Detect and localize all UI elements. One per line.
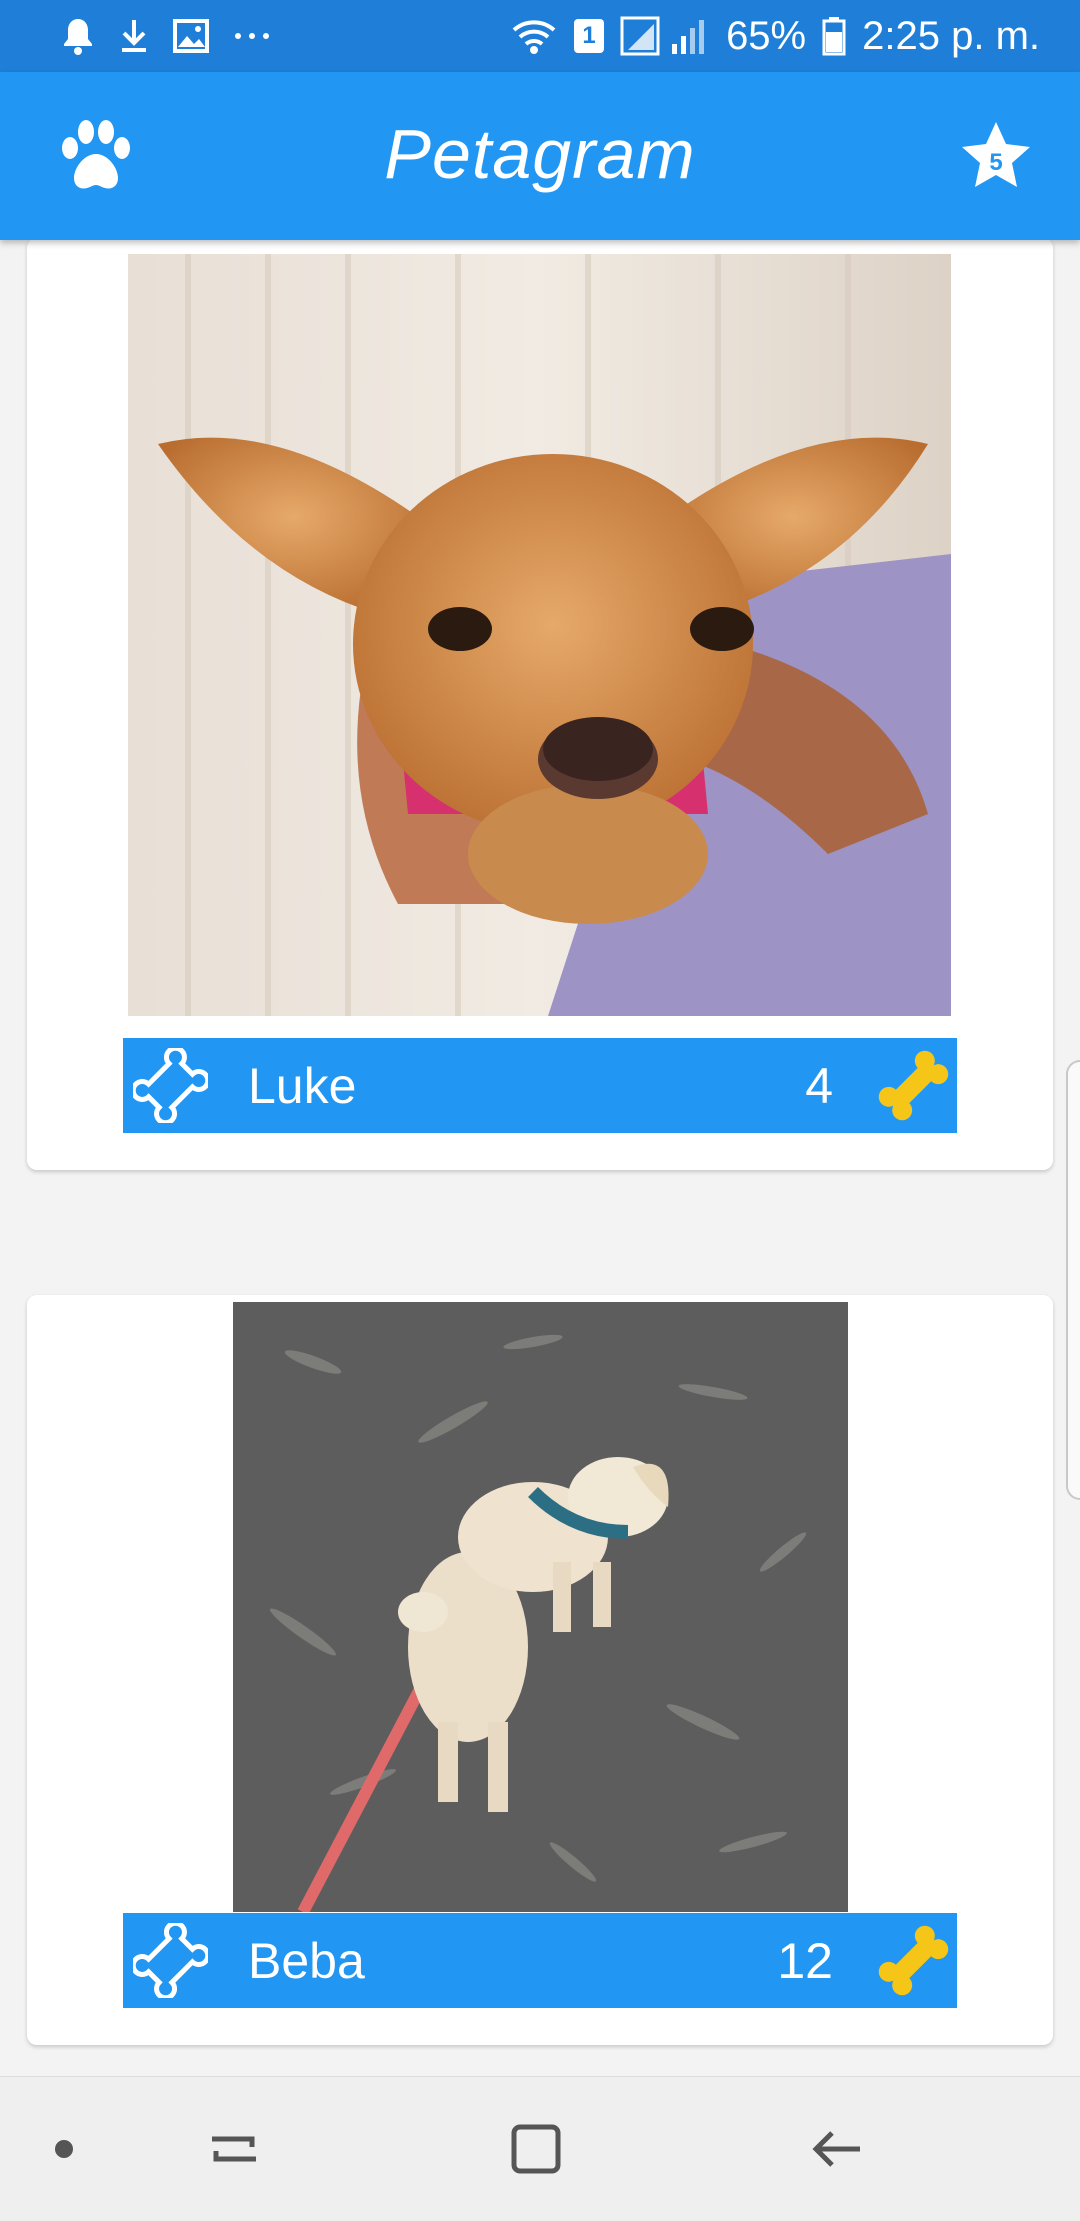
battery-icon	[822, 17, 846, 56]
edge-panel-handle[interactable]	[1066, 1060, 1080, 1500]
home-icon[interactable]	[504, 2117, 568, 2181]
clock: 2:25 p. m.	[862, 13, 1040, 58]
status-bar: 1 65% 2:25 p. m.	[0, 0, 1080, 72]
dot-icon[interactable]	[32, 2117, 96, 2181]
download-icon	[122, 20, 146, 52]
notification-bell-icon	[64, 19, 92, 55]
favorites-count: 5	[989, 149, 1002, 176]
signal-icon	[620, 16, 705, 56]
likes-bone-icon	[878, 1050, 949, 1121]
rate-bone-icon[interactable]	[133, 1923, 208, 1998]
pet-photo[interactable]	[128, 254, 951, 1016]
wifi-icon	[512, 20, 556, 54]
pet-card: Beba 12	[27, 1295, 1053, 2045]
star-icon: 5	[962, 122, 1030, 187]
status-system: 1 65% 2:25 p. m.	[510, 14, 1040, 59]
battery-percent: 65%	[726, 13, 807, 58]
system-nav-bar	[0, 2076, 1080, 2221]
pet-info-bar: Luke 4	[123, 1038, 957, 1133]
pet-name: Beba	[248, 1933, 365, 1989]
pet-card: Luke 4	[27, 238, 1053, 1170]
pet-info-bar: Beba 12	[123, 1913, 957, 2008]
app-bar: Petagram 5	[0, 72, 1080, 240]
likes-bone-icon	[878, 1925, 949, 1996]
status-notifications	[60, 16, 272, 56]
dog-on-leash-photo	[233, 1302, 848, 1912]
rate-bone-icon[interactable]	[133, 1048, 208, 1123]
image-icon	[173, 19, 209, 53]
chihuahua-photo	[128, 254, 951, 1016]
pet-name: Luke	[248, 1058, 357, 1114]
app-title: Petagram	[384, 115, 696, 193]
pet-like-count: 4	[805, 1058, 833, 1114]
pet-like-count: 12	[777, 1933, 833, 1989]
favorites-button[interactable]: 5	[958, 118, 1034, 194]
pet-photo[interactable]	[233, 1302, 848, 1912]
more-dots-icon	[235, 33, 269, 39]
sim-slot-badge: 1	[574, 19, 605, 53]
recents-icon[interactable]	[202, 2117, 266, 2181]
back-icon[interactable]	[806, 2117, 870, 2181]
